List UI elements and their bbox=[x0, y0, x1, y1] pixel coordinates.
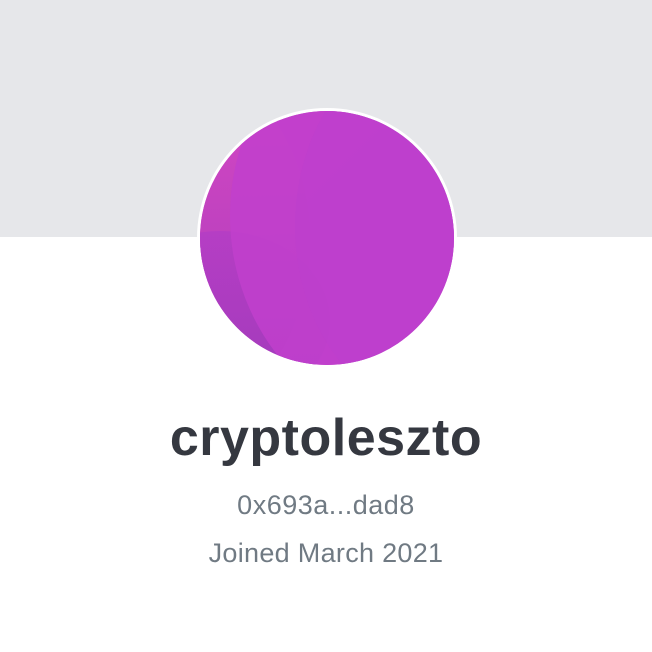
joined-date: Joined March 2021 bbox=[208, 538, 444, 568]
profile-username: cryptoleszto bbox=[169, 409, 483, 467]
avatar[interactable] bbox=[197, 108, 457, 368]
wallet-address[interactable]: 0x693a...dad8 bbox=[0, 486, 652, 524]
avatar-image bbox=[200, 111, 454, 365]
